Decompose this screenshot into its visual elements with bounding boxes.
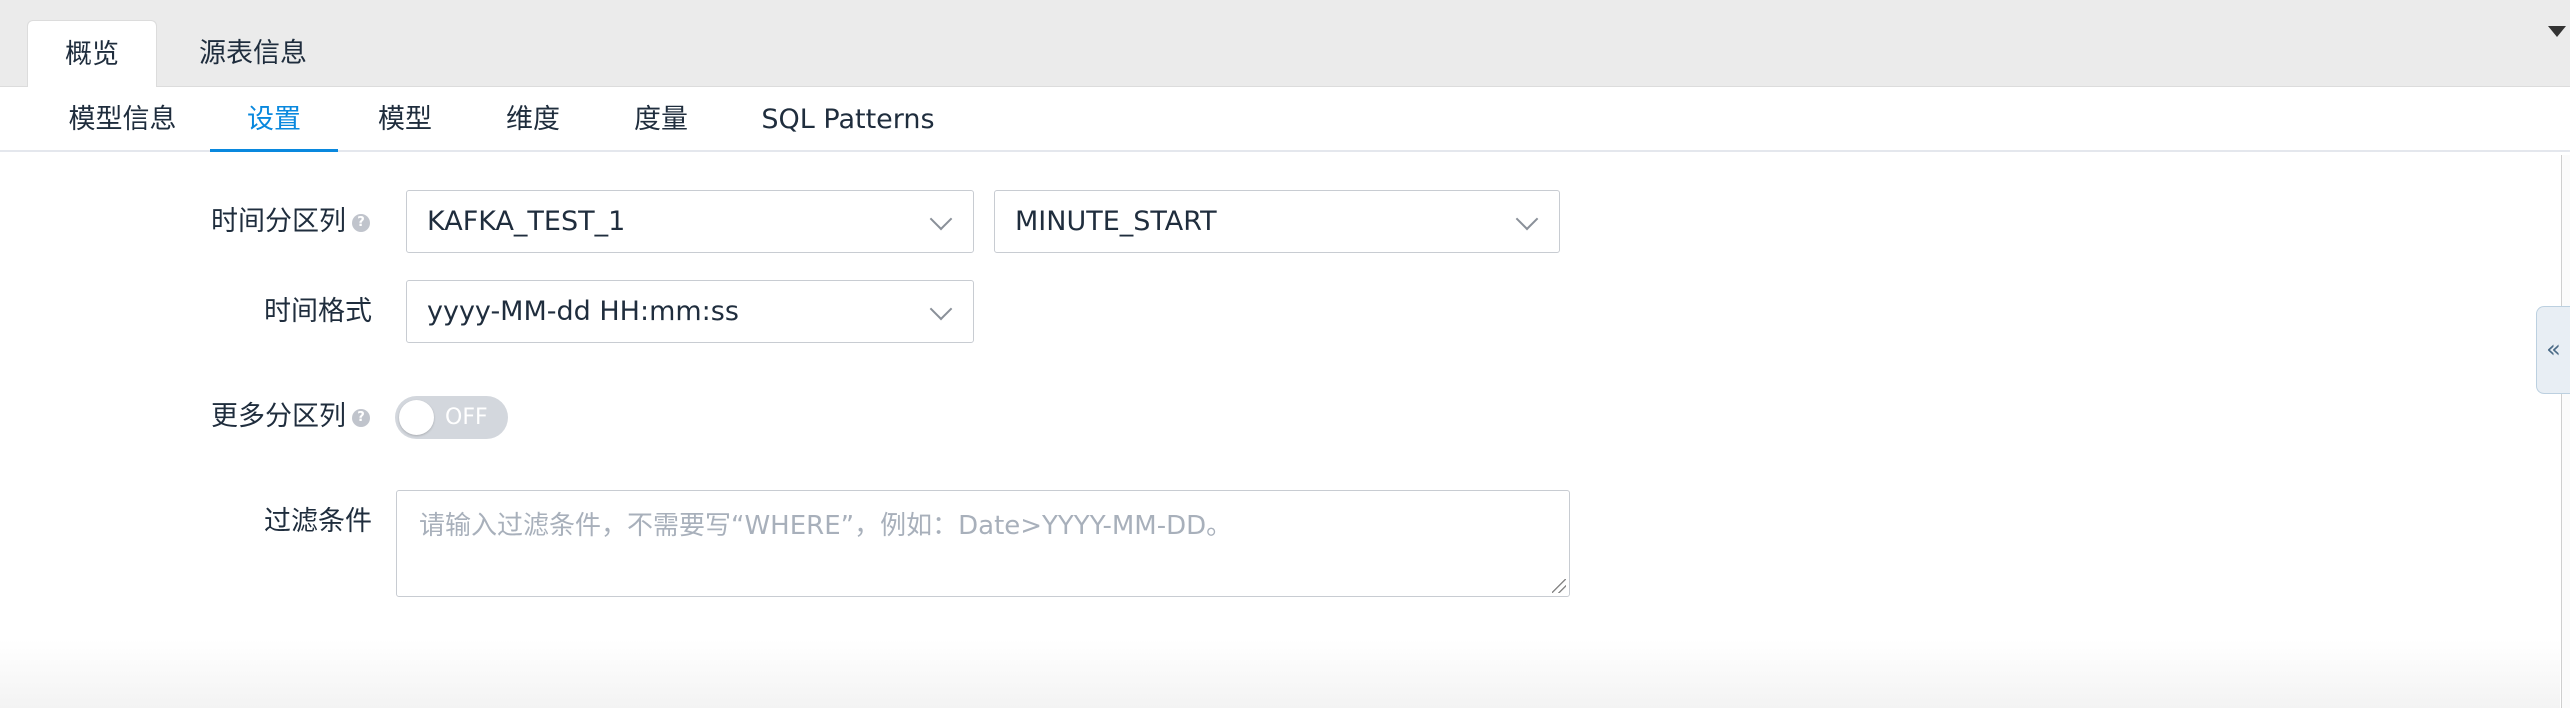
toggle-state-text: OFF (445, 405, 488, 430)
tab-model[interactable]: 模型 (358, 87, 452, 150)
time-format-select[interactable]: yyyy-MM-dd HH:mm:ss (406, 280, 974, 343)
toggle-knob (399, 400, 434, 435)
vertical-scrollbar[interactable] (2561, 155, 2570, 708)
tab-measures[interactable]: 度量 (614, 87, 708, 150)
tab-dimensions[interactable]: 维度 (486, 87, 580, 150)
filter-condition-label: 过滤条件 (150, 502, 372, 542)
tab-source-table-info[interactable]: 源表信息 (178, 20, 328, 87)
question-circle-icon[interactable]: ? (352, 213, 370, 232)
tab-sql-patterns[interactable]: SQL Patterns (748, 87, 948, 150)
partition-table-select[interactable]: KAFKA_TEST_1 (406, 190, 974, 253)
time-format-value: yyyy-MM-dd HH:mm:ss (427, 296, 739, 327)
resize-grip-icon[interactable] (1552, 579, 1566, 593)
more-partition-toggle[interactable]: OFF (395, 396, 508, 439)
chevron-down-icon (929, 297, 953, 321)
more-partition-label-text: 更多分区列 (211, 401, 346, 432)
time-format-label-text: 时间格式 (264, 296, 372, 327)
filter-condition-label-text: 过滤条件 (264, 506, 372, 537)
page-bottom-shade (0, 640, 2560, 708)
partition-table-value: KAFKA_TEST_1 (427, 206, 626, 237)
top-tab-bar: 概览 源表信息 (0, 0, 2570, 88)
chevron-down-icon (1515, 207, 1539, 231)
partition-column-value: MINUTE_START (1015, 206, 1217, 237)
tab-settings[interactable]: 设置 (210, 87, 338, 152)
more-partition-label: 更多分区列? (150, 397, 370, 437)
tab-menu-dropdown-icon[interactable] (2548, 26, 2566, 37)
partition-column-select[interactable]: MINUTE_START (994, 190, 1560, 253)
partition-column-label-text: 时间分区列 (211, 206, 346, 237)
tab-model-info[interactable]: 模型信息 (50, 87, 195, 150)
chevron-down-icon (929, 207, 953, 231)
time-format-label: 时间格式 (150, 292, 372, 332)
tab-overview[interactable]: 概览 (27, 20, 157, 88)
filter-placeholder: 请输入过滤条件，不需要写“WHERE”，例如：Date>YYYY-MM-DD。 (419, 511, 1233, 541)
filter-condition-textarea[interactable]: 请输入过滤条件，不需要写“WHERE”，例如：Date>YYYY-MM-DD。 (396, 490, 1570, 597)
partition-column-label: 时间分区列? (150, 202, 370, 242)
double-chevron-left-icon[interactable]: « (2536, 306, 2570, 394)
question-circle-icon[interactable]: ? (352, 408, 370, 427)
sub-tab-bar: 模型信息 设置 模型 维度 度量 SQL Patterns (0, 87, 2570, 152)
